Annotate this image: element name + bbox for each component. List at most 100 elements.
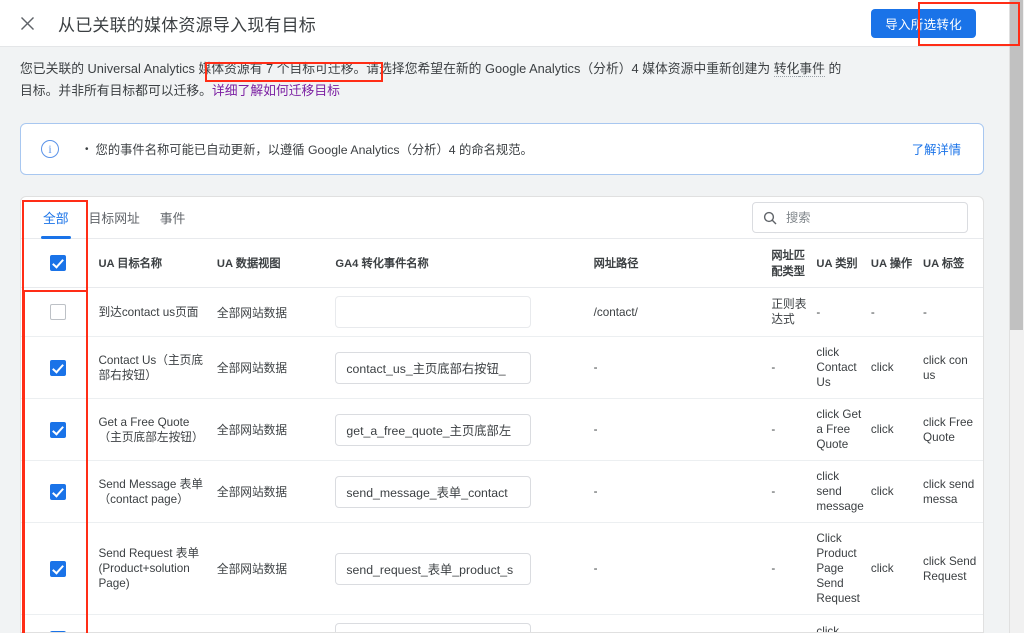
row-checkbox[interactable] xyxy=(50,422,66,438)
goals-card: 全部 目标网址 事件 UA 目标名称 xyxy=(20,196,984,633)
info-banner-text: 您的事件名称可能已自动更新，以遵循 Google Analytics（分析）4 … xyxy=(85,140,912,158)
description-part1: 您已关联的 Universal Analytics xyxy=(20,61,199,76)
cell-ua-data-view: 全部网站数据 xyxy=(213,461,331,523)
header-ua-label: UA 标签 xyxy=(919,239,983,288)
header-ua-category: UA 类别 xyxy=(812,239,866,288)
search-icon xyxy=(763,211,777,225)
ga4-event-name-input[interactable] xyxy=(335,623,531,633)
term-conversion: 转化 xyxy=(774,61,800,77)
cell-ua-action: click xyxy=(867,399,919,461)
cell-ua-data-view: 全部网站数据 xyxy=(213,337,331,399)
cell-ua-goal-name: Send Request 表单 (Product+solution Page) xyxy=(94,523,212,615)
cell-ga4-event-name xyxy=(331,523,589,615)
cell-url-match-type: - xyxy=(767,615,812,633)
header-url-match-type: 网址匹配类型 xyxy=(767,239,812,288)
tab-destination-url[interactable]: 目标网址 xyxy=(79,197,150,239)
tab-all[interactable]: 全部 xyxy=(33,197,79,239)
cell-url-path: /contact/ xyxy=(590,288,768,337)
header-ua-data-view: UA 数据视图 xyxy=(213,239,331,288)
page-scrollbar-thumb[interactable] xyxy=(1010,0,1023,330)
row-select-cell xyxy=(21,337,94,399)
table-row: Send Message 表单（contact page）全部网站数据--cli… xyxy=(21,461,983,523)
table-header-row: UA 目标名称 UA 数据视图 GA4 转化事件名称 网址路径 网址匹配类型 U… xyxy=(21,239,983,288)
header-select-all xyxy=(21,239,94,288)
row-select-cell xyxy=(21,288,94,337)
cell-ua-label: side skype xyxy=(919,615,983,633)
cell-ua-category: - xyxy=(812,288,866,337)
table-body: 到达contact us页面全部网站数据/contact/正则表达式---Con… xyxy=(21,288,983,633)
select-all-checkbox[interactable] xyxy=(50,255,66,271)
row-select-cell xyxy=(21,399,94,461)
ga4-event-name-input[interactable] xyxy=(335,476,531,508)
header-ua-goal-name: UA 目标名称 xyxy=(94,239,212,288)
cell-ua-category: click send message xyxy=(812,461,866,523)
close-icon[interactable] xyxy=(16,12,38,34)
search-input[interactable] xyxy=(786,211,967,225)
cell-ua-category: click Contact Us xyxy=(812,337,866,399)
ga4-event-name-input[interactable] xyxy=(335,553,531,585)
tab-bar: 全部 目标网址 事件 xyxy=(21,197,983,239)
table-row: Skype Button(侧边)全部网站数据--click sideclicks… xyxy=(21,615,983,633)
cell-ga4-event-name xyxy=(331,461,589,523)
cell-ua-label: click Free Quote xyxy=(919,399,983,461)
cell-url-path: - xyxy=(590,337,768,399)
ga4-event-name-input[interactable] xyxy=(335,414,531,446)
cell-ua-goal-name: Send Message 表单（contact page） xyxy=(94,461,212,523)
cell-ua-action: click xyxy=(867,337,919,399)
cell-url-match-type: - xyxy=(767,461,812,523)
cell-ua-goal-name: 到达contact us页面 xyxy=(94,288,212,337)
cell-ua-goal-name: Skype Button(侧边) xyxy=(94,615,212,633)
banner-learn-more-link[interactable]: 了解详情 xyxy=(912,140,961,158)
cell-url-match-type: - xyxy=(767,337,812,399)
cell-ga4-event-name xyxy=(331,337,589,399)
page-scrollbar-track[interactable] xyxy=(1009,0,1024,633)
term-event: 事件 xyxy=(799,61,825,77)
cell-ua-action: click xyxy=(867,523,919,615)
cell-url-path: - xyxy=(590,399,768,461)
cell-ua-label: click send messa xyxy=(919,461,983,523)
cell-url-path: - xyxy=(590,461,768,523)
row-select-cell xyxy=(21,523,94,615)
cell-ua-category: click Get a Free Quote xyxy=(812,399,866,461)
cell-ua-category: Click Product Page Send Request xyxy=(812,523,866,615)
ga4-event-name-input[interactable] xyxy=(335,352,531,384)
page-title: 从已关联的媒体资源导入现有目标 xyxy=(58,11,316,36)
search-box[interactable] xyxy=(752,202,968,233)
table-row: 到达contact us页面全部网站数据/contact/正则表达式--- xyxy=(21,288,983,337)
row-checkbox[interactable] xyxy=(50,360,66,376)
ga4-event-name-input xyxy=(335,296,531,328)
description-highlight: 媒体资源有 7 个目标可迁移。 xyxy=(199,61,367,76)
info-banner: i 您的事件名称可能已自动更新，以遵循 Google Analytics（分析）… xyxy=(20,123,984,175)
dialog-description: 您已关联的 Universal Analytics 媒体资源有 7 个目标可迁移… xyxy=(20,58,850,102)
cell-url-match-type: - xyxy=(767,399,812,461)
cell-ua-label: - xyxy=(919,288,983,337)
cell-ua-label: click con us xyxy=(919,337,983,399)
info-icon: i xyxy=(41,140,59,158)
cell-ua-goal-name: Get a Free Quote（主页底部左按钮） xyxy=(94,399,212,461)
import-selected-conversions-button[interactable]: 导入所选转化 xyxy=(871,9,976,38)
cell-ua-data-view: 全部网站数据 xyxy=(213,288,331,337)
cell-ua-category: click side xyxy=(812,615,866,633)
page-root: 从已关联的媒体资源导入现有目标 导入所选转化 您已关联的 Universal A… xyxy=(0,0,1024,633)
table-row: Send Request 表单 (Product+solution Page)全… xyxy=(21,523,983,615)
cell-ga4-event-name xyxy=(331,615,589,633)
cell-ua-data-view: 全部网站数据 xyxy=(213,523,331,615)
cell-ua-data-view: 全部网站数据 xyxy=(213,615,331,633)
cell-url-path: - xyxy=(590,615,768,633)
row-checkbox[interactable] xyxy=(50,561,66,577)
row-select-cell xyxy=(21,461,94,523)
row-select-cell xyxy=(21,615,94,633)
cell-ua-action: click xyxy=(867,615,919,633)
tab-event[interactable]: 事件 xyxy=(150,197,196,239)
row-checkbox xyxy=(50,304,66,320)
table-row: Contact Us（主页底部右按钮）全部网站数据 --click Contact… xyxy=(21,337,983,399)
cell-ga4-event-name xyxy=(331,399,589,461)
dialog-header: 从已关联的媒体资源导入现有目标 xyxy=(0,0,1009,47)
description-part2: 请选择您希望在新的 Google Analytics（分析）4 媒体资源中重新创… xyxy=(366,61,773,76)
cell-ua-action: - xyxy=(867,288,919,337)
cell-ua-goal-name: Contact Us（主页底部右按钮） xyxy=(94,337,212,399)
row-checkbox[interactable] xyxy=(50,484,66,500)
header-ga4-event-name: GA4 转化事件名称 xyxy=(331,239,589,288)
cell-url-path: - xyxy=(590,523,768,615)
learn-migration-link[interactable]: 详细了解如何迁移目标 xyxy=(212,83,340,98)
